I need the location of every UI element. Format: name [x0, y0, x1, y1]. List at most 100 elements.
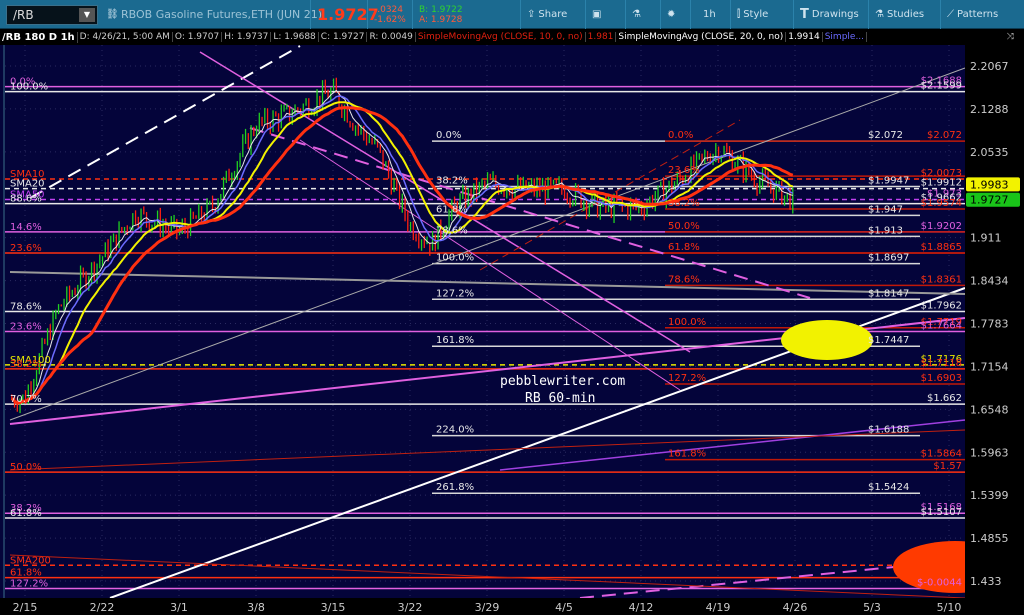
collapse-icon[interactable]: ⤨ — [1005, 32, 1024, 42]
net-change: -.0324 -1.62% — [367, 0, 412, 29]
fib-value-mid: $1.8147 — [868, 288, 909, 299]
fib-value-mid: $2.072 — [868, 130, 903, 141]
fib-value-right: $1.9574 — [921, 198, 962, 209]
date-tick-label: 4/19 — [706, 601, 731, 614]
sma20-label[interactable]: SimpleMovingAvg (CLOSE, 20, 0, no) — [616, 32, 787, 42]
bar-range: R: 0.0049 — [367, 32, 416, 42]
gear-icon: ✹ — [667, 9, 676, 20]
share-button[interactable]: ⇪ Share — [520, 0, 573, 29]
fib-label-mid: 78.6% — [436, 225, 468, 236]
fib-label-mid: 100.0% — [436, 253, 474, 264]
flask-button[interactable]: ⚗ — [625, 0, 647, 29]
date-tick-label: 4/5 — [555, 601, 573, 614]
fib-label-red: 127.2% — [668, 373, 706, 384]
price-tick-label: 1.911 — [970, 232, 1002, 245]
fib-value-right: $1.8865 — [921, 242, 962, 253]
patterns-label: Patterns — [957, 9, 999, 20]
fib-label-mid: 127.2% — [436, 288, 474, 299]
date-tick-label: 2/22 — [90, 601, 115, 614]
fib-value-right: $2.072 — [927, 130, 962, 141]
share-label: Share — [538, 9, 568, 20]
fib-label-left: SMA200 — [10, 555, 51, 566]
price-tick-label: 2.2067 — [970, 60, 1009, 73]
text-tool-icon: T — [800, 7, 809, 22]
fib-label-mid: 61.8% — [436, 204, 468, 215]
change-value: -.0324 — [374, 4, 404, 15]
fib-value-right: $1.5864 — [921, 449, 962, 460]
price-chart[interactable]: 0.0%100.0%SMA10SMA20SMA5088.6%14.6%23.6%… — [0, 45, 1024, 615]
price-tick-label: 1.7154 — [970, 360, 1009, 373]
patterns-icon: ⟋ — [947, 9, 954, 20]
timeframe-label: 1h — [703, 9, 716, 20]
change-percent: -1.62% — [374, 14, 406, 25]
fib-value-right: $1.662 — [927, 393, 962, 404]
price-tick-label: 2.0535 — [970, 146, 1009, 159]
sma10-label[interactable]: SimpleMovingAvg (CLOSE, 10, 0, no) — [416, 32, 586, 42]
patterns-button[interactable]: ⟋ Patterns — [940, 0, 1004, 29]
toolbar: /RB ▼ ⛓ RBOB Gasoline Futures,ETH (JUN 21… — [0, 0, 1024, 29]
price-tick-label: 1.8434 — [970, 275, 1009, 288]
fib-value-mid: $1.8697 — [868, 253, 909, 264]
sma20-value: 1.9914 — [786, 32, 823, 42]
flask-icon: ⚗ — [875, 9, 884, 20]
fib-label-left: 70.7% — [10, 394, 42, 405]
fib-label-left: 78.6% — [10, 302, 42, 313]
date-tick-label: 3/15 — [321, 601, 346, 614]
date-tick-label: 5/10 — [937, 601, 962, 614]
bid-ask: B: 1.9722 A: 1.9728 — [412, 0, 469, 29]
date-tick-label: 3/8 — [247, 601, 265, 614]
alert-icon: ▣ — [592, 9, 602, 20]
date-tick-label: 4/12 — [629, 601, 654, 614]
chart-title: /RB 180 D 1h — [0, 31, 78, 43]
timeframe-button[interactable]: 1h — [690, 0, 728, 29]
fib-value-right: $1.7664 — [921, 320, 962, 331]
chevron-down-icon[interactable]: ▼ — [79, 8, 95, 22]
price-badge-label: 1.9983 — [970, 178, 1009, 191]
fib-value-mid: $1.947 — [868, 204, 903, 215]
bar-date: D: 4/26/21, 5:00 AM — [78, 32, 173, 42]
fib-label-mid: 38.2% — [436, 175, 468, 186]
more-studies[interactable]: Simple... — [823, 32, 868, 42]
fib-label-left: 88.6% — [10, 194, 42, 205]
fib-value-mid: $1.5424 — [868, 482, 909, 493]
share-icon: ⇪ — [527, 9, 536, 20]
style-label: Style — [743, 9, 769, 20]
fib-label-left: 50.0% — [10, 462, 42, 473]
date-tick-label: 5/3 — [863, 601, 881, 614]
fib-label-left: 23.6% — [10, 243, 42, 254]
fib-label-left: 127.2% — [10, 579, 48, 590]
info-bar: /RB 180 D 1h D: 4/26/21, 5:00 AM O: 1.97… — [0, 29, 1024, 45]
fib-label-red: 0.0% — [668, 130, 693, 141]
watermark-label: RB 60-min — [525, 391, 595, 406]
fib-value-right: $1.7962 — [921, 301, 962, 312]
fib-label-red: 61.8% — [668, 242, 700, 253]
symbol-value: /RB — [13, 8, 34, 22]
studies-button[interactable]: ⚗ Studies — [868, 0, 930, 29]
fib-label-left: 14.6% — [10, 222, 42, 233]
fib-label-red: 100.0% — [668, 317, 706, 328]
fib-label-mid: 261.8% — [436, 482, 474, 493]
ask-value: A: 1.9728 — [419, 14, 463, 25]
date-tick-label: 3/1 — [170, 601, 188, 614]
fib-label-left: 23.6% — [10, 321, 42, 332]
fib-label-left: 100.0% — [10, 82, 48, 93]
fib-value-right: $1.6903 — [921, 373, 962, 384]
fib-label-red: 78.6% — [668, 274, 700, 285]
fib-label-left: 61.8% — [10, 508, 42, 519]
drawings-button[interactable]: T Drawings — [793, 0, 865, 29]
price-badge-label: 1.9727 — [970, 194, 1009, 207]
date-tick-label: 2/15 — [13, 601, 38, 614]
fib-label-red: 161.8% — [668, 449, 706, 460]
bar-open: O: 1.9707 — [173, 32, 223, 42]
flask-icon: ⚗ — [632, 9, 641, 20]
fib-label-red: 50.0% — [668, 221, 700, 232]
date-tick-label: 4/26 — [783, 601, 808, 614]
style-button[interactable]: ⫿ Style — [730, 0, 774, 29]
fib-label-left: 61.8% — [10, 568, 42, 579]
alert-button[interactable]: ▣ — [585, 0, 607, 29]
sma10-value: 1.981 — [586, 32, 617, 42]
price-tick-label: 1.5399 — [970, 489, 1009, 502]
fib-value-right: $-0.0044 — [917, 578, 962, 589]
settings-button[interactable]: ✹ — [660, 0, 681, 29]
symbol-selector[interactable]: /RB ▼ — [6, 5, 98, 25]
